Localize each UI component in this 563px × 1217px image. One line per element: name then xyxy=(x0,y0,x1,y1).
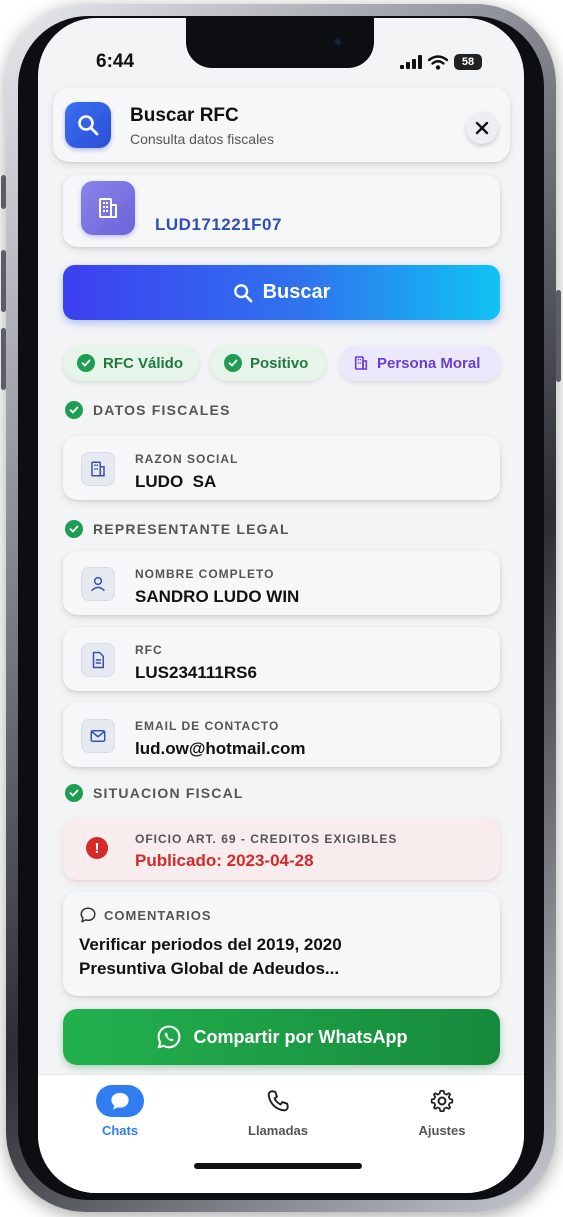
contact-email-card: EMAIL DE CONTACTO lud.ow@hotmail.com xyxy=(63,703,500,767)
wifi-icon xyxy=(428,54,448,70)
app-screen: 6:44 58 Buscar RFC Consulta datos fiscal… xyxy=(38,18,524,1193)
chip-rfc-valid: RFC Válido xyxy=(63,345,199,381)
alert-label: OFICIO ART. 69 - CREDITOS EXIGIBLES xyxy=(135,832,398,846)
tab-ajustes[interactable]: Ajustes xyxy=(387,1085,497,1138)
razon-social-card: RAZON SOCIAL LUDO SA xyxy=(63,436,500,500)
tab-label: Llamadas xyxy=(248,1123,308,1138)
field-value: LUDO SA xyxy=(135,472,217,491)
tax-alert-card: ! OFICIO ART. 69 - CREDITOS EXIGIBLES Pu… xyxy=(63,818,500,880)
document-icon xyxy=(81,643,115,677)
tab-bar: Chats Llamadas Ajustes xyxy=(38,1074,524,1193)
side-button-volume-up xyxy=(1,250,6,312)
side-button-silent xyxy=(1,175,6,209)
tab-chats[interactable]: Chats xyxy=(65,1085,175,1138)
field-value: LUS234111RS6 xyxy=(135,663,257,682)
check-circle-icon xyxy=(77,354,95,372)
rfc-input-value[interactable]: LUD171221F07 xyxy=(155,215,282,235)
chip-label: RFC Válido xyxy=(103,354,184,372)
side-button-volume-down xyxy=(1,328,6,390)
section-title: DATOS FISCALES xyxy=(93,402,231,418)
section-title: SITUACION FISCAL xyxy=(93,785,244,801)
share-whatsapp-button[interactable]: Compartir por WhatsApp xyxy=(63,1009,500,1065)
section-header-fiscal: DATOS FISCALES xyxy=(65,401,231,419)
notch xyxy=(186,18,374,68)
tab-label: Ajustes xyxy=(418,1123,466,1138)
alert-icon: ! xyxy=(86,837,108,859)
gear-icon xyxy=(429,1085,455,1117)
side-button-power xyxy=(556,290,561,382)
comments-text: Verificar periodos del 2019, 2020 Presun… xyxy=(79,933,479,981)
home-indicator xyxy=(194,1163,362,1169)
field-label: EMAIL DE CONTACTO xyxy=(135,719,280,733)
front-camera xyxy=(332,36,344,48)
section-header-legal-rep: REPRESENTANTE LEGAL xyxy=(65,520,290,538)
building-icon xyxy=(354,356,368,370)
mail-icon xyxy=(81,719,115,753)
building-icon xyxy=(81,181,135,235)
alert-value: Publicado: 2023-04-28 xyxy=(135,851,314,870)
chat-bubble-icon xyxy=(96,1085,144,1117)
search-button[interactable]: Buscar xyxy=(63,265,500,320)
field-label: RFC xyxy=(135,643,163,657)
comment-line: Presuntiva Global de Adeudos... xyxy=(79,959,340,978)
rfc-input-field[interactable]: LUD171221F07 xyxy=(63,175,500,247)
whatsapp-button-label: Compartir por WhatsApp xyxy=(193,1026,408,1047)
field-label: NOMBRE COMPLETO xyxy=(135,567,275,581)
comment-icon xyxy=(80,907,96,923)
chip-persona-moral: Persona Moral xyxy=(339,345,501,381)
check-circle-icon xyxy=(65,520,83,538)
check-circle-icon xyxy=(65,401,83,419)
close-icon xyxy=(475,121,489,135)
chip-positive: Positivo xyxy=(210,345,326,381)
building-icon xyxy=(81,452,115,486)
rep-rfc-card: RFC LUS234111RS6 xyxy=(63,627,500,691)
phone-icon xyxy=(265,1085,291,1117)
chip-label: Positivo xyxy=(250,354,309,372)
check-circle-icon xyxy=(224,354,242,372)
user-icon xyxy=(81,567,115,601)
tab-llamadas[interactable]: Llamadas xyxy=(223,1085,333,1138)
tab-label: Chats xyxy=(101,1123,139,1138)
search-button-label: Buscar xyxy=(262,281,331,303)
whatsapp-icon xyxy=(157,1025,180,1049)
battery-icon: 58 xyxy=(454,54,482,70)
check-circle-icon xyxy=(65,784,83,802)
email-link[interactable]: lud.ow@hotmail.com xyxy=(135,739,306,759)
field-value: SANDRO LUDO WIN xyxy=(135,587,300,606)
section-header-tax-status: SITUACION FISCAL xyxy=(65,784,244,802)
header-card: Buscar RFC Consulta datos fiscales xyxy=(53,88,510,162)
signal-icon xyxy=(400,55,422,69)
comments-header: COMENTARIOS xyxy=(79,906,212,924)
chip-label: Persona Moral xyxy=(377,354,481,372)
status-icons: 58 xyxy=(400,54,482,70)
search-icon xyxy=(65,102,111,148)
search-icon xyxy=(233,283,253,302)
full-name-card: NOMBRE COMPLETO SANDRO LUDO WIN xyxy=(63,551,500,615)
comments-card: COMENTARIOS Verificar periodos del 2019,… xyxy=(63,892,500,996)
comment-line: Verificar periodos del 2019, 2020 xyxy=(79,935,342,954)
section-title: REPRESENTANTE LEGAL xyxy=(93,521,290,537)
comments-label: COMENTARIOS xyxy=(104,907,212,923)
field-label: RAZON SOCIAL xyxy=(135,452,239,466)
page-title: Buscar RFC xyxy=(130,105,239,126)
close-button[interactable] xyxy=(466,112,498,144)
page-subtitle: Consulta datos fiscales xyxy=(130,131,274,147)
status-time: 6:44 xyxy=(96,51,135,72)
